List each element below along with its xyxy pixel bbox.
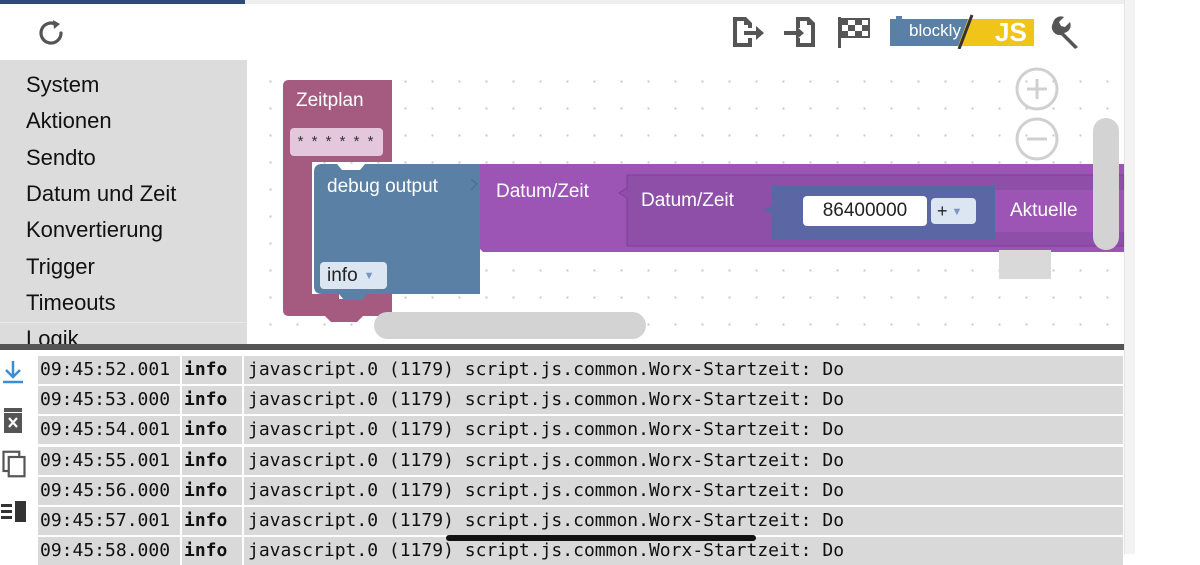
- log-message: javascript.0 (1179) script.js.common.Wor…: [242, 477, 844, 505]
- dropdown-arrow-icon: ▼: [363, 270, 375, 282]
- import-icon[interactable]: [782, 14, 820, 50]
- home-indicator: [446, 535, 756, 541]
- sidebar-item-sendto[interactable]: Sendto: [26, 145, 96, 171]
- trash-can-icon[interactable]: [999, 250, 1051, 279]
- log-time: 09:45:52.001: [40, 359, 171, 380]
- active-tab-indicator: [0, 0, 245, 4]
- clear-log-icon[interactable]: [0, 406, 28, 434]
- js-label: JS: [995, 17, 1027, 47]
- right-scroll-strip: [1124, 0, 1135, 554]
- number-field[interactable]: 86400000: [803, 196, 927, 226]
- block-category-sidebar: System Aktionen Sendto Datum und Zeit Ko…: [0, 60, 247, 344]
- sidebar-item-datum-und-zeit[interactable]: Datum und Zeit: [26, 181, 176, 207]
- log-message: javascript.0 (1179) script.js.common.Wor…: [242, 416, 844, 444]
- log-time: 09:45:53.000: [40, 389, 171, 410]
- zoom-in-icon[interactable]: [1013, 67, 1061, 115]
- log-time: 09:45:58.000: [40, 540, 171, 561]
- log-level: info: [180, 477, 227, 505]
- debug-output-label: debug output: [327, 176, 438, 197]
- copy-icon[interactable]: [0, 450, 28, 478]
- sidebar-item-timeouts[interactable]: Timeouts: [26, 290, 116, 316]
- toolbar-top-border: [245, 0, 1124, 4]
- log-message: javascript.0 (1179) script.js.common.Wor…: [242, 507, 844, 535]
- log-time: 09:45:57.001: [40, 510, 171, 531]
- log-row: 09:45:58.000 info javascript.0 (1179) sc…: [38, 537, 1123, 565]
- datum-zeit-inner-label: Datum/Zeit: [641, 190, 734, 211]
- dropdown-arrow-icon: ▼: [951, 206, 963, 218]
- toggle-view-icon[interactable]: [0, 498, 28, 526]
- log-row: 09:45:52.001 info javascript.0 (1179) sc…: [38, 356, 1123, 384]
- blockly-js-toggle-icon[interactable]: blockly JS: [888, 13, 1036, 49]
- log-row: 09:45:53.000 info javascript.0 (1179) sc…: [38, 386, 1123, 414]
- checkered-flag-icon[interactable]: [835, 14, 873, 50]
- datum-zeit-outer-label: Datum/Zeit: [496, 181, 589, 202]
- log-row: 09:45:55.001 info javascript.0 (1179) sc…: [38, 447, 1123, 475]
- sidebar-item-konvertierung[interactable]: Konvertierung: [26, 217, 163, 243]
- log-level: info: [180, 447, 227, 475]
- wrench-icon[interactable]: [1048, 14, 1086, 50]
- cron-field[interactable]: * * * * * *: [290, 128, 383, 156]
- log-row: 09:45:54.001 info javascript.0 (1179) sc…: [38, 416, 1123, 444]
- scroll-down-icon[interactable]: [0, 358, 28, 386]
- zeitplan-label: Zeitplan: [296, 90, 364, 111]
- log-time: 09:45:55.001: [40, 450, 171, 471]
- log-message: javascript.0 (1179) script.js.common.Wor…: [242, 386, 844, 414]
- log-level-dropdown[interactable]: info ▼: [320, 262, 387, 289]
- sidebar-divider: [0, 322, 247, 323]
- log-row: 09:45:56.000 info javascript.0 (1179) sc…: [38, 477, 1123, 505]
- refresh-icon[interactable]: [34, 16, 68, 50]
- aktuelle-label: Aktuelle: [1010, 200, 1078, 221]
- operator-value: +: [937, 201, 948, 221]
- log-message: javascript.0 (1179) script.js.common.Wor…: [242, 447, 844, 475]
- log-level: info: [180, 537, 227, 565]
- log-row: 09:45:57.001 info javascript.0 (1179) sc…: [38, 507, 1123, 535]
- log-message: javascript.0 (1179) script.js.common.Wor…: [242, 537, 844, 565]
- operator-dropdown[interactable]: + ▼: [931, 198, 976, 224]
- zoom-out-icon[interactable]: [1013, 115, 1061, 163]
- blockly-label: blockly: [909, 21, 961, 40]
- sidebar-item-trigger[interactable]: Trigger: [26, 254, 95, 280]
- workspace-vertical-scrollbar[interactable]: [1093, 118, 1119, 250]
- log-level: info: [180, 386, 227, 414]
- workspace-horizontal-scrollbar[interactable]: [374, 312, 646, 339]
- log-level-value: info: [327, 265, 358, 286]
- log-time: 09:45:56.000: [40, 480, 171, 501]
- log-level: info: [180, 356, 227, 384]
- log-time: 09:45:54.001: [40, 419, 171, 440]
- sidebar-item-system[interactable]: System: [26, 72, 99, 98]
- sidebar-item-aktionen[interactable]: Aktionen: [26, 108, 112, 134]
- log-level: info: [180, 416, 227, 444]
- export-icon[interactable]: [728, 14, 766, 50]
- log-message: javascript.0 (1179) script.js.common.Wor…: [242, 356, 844, 384]
- sidebar-item-logik[interactable]: Logik: [26, 326, 79, 344]
- log-level: info: [180, 507, 227, 535]
